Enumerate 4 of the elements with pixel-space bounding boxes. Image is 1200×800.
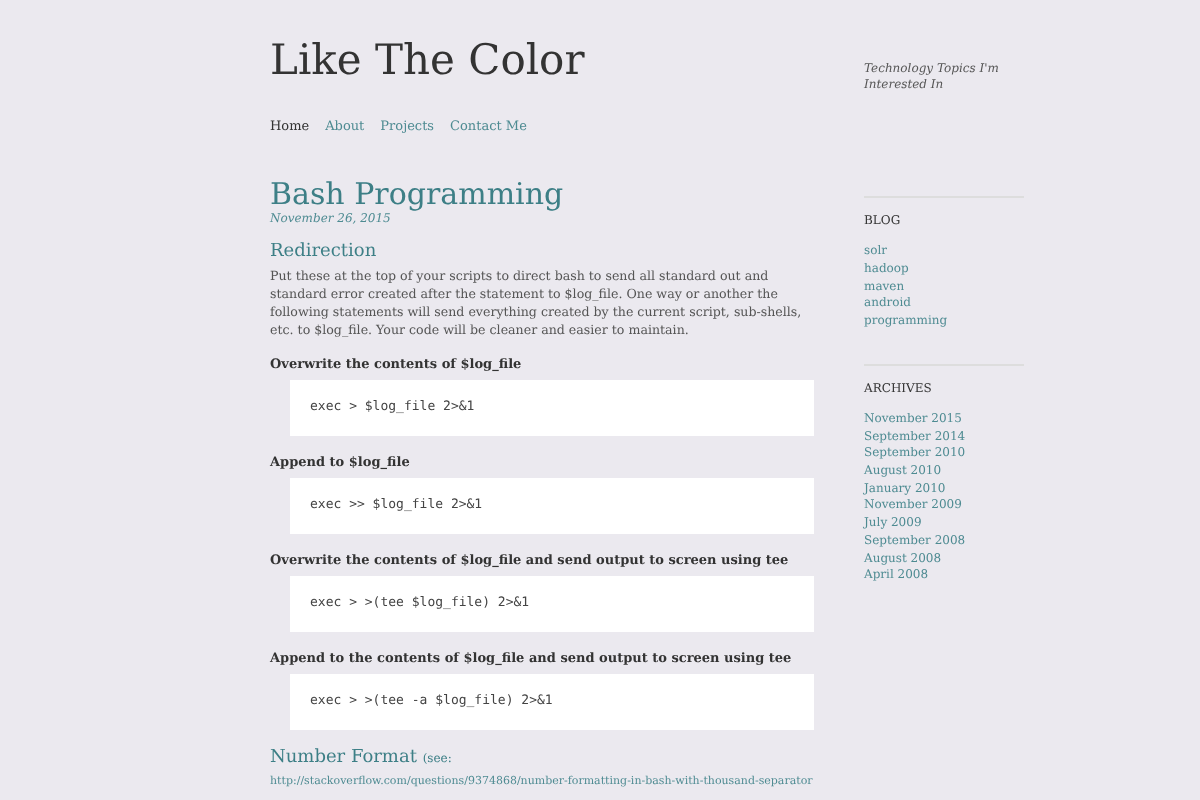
site-title[interactable]: Like The Color	[270, 36, 814, 87]
section-heading: Redirection	[270, 241, 379, 263]
post-title[interactable]: Bash Programming	[270, 176, 814, 213]
section-heading: Number Format	[270, 748, 417, 769]
